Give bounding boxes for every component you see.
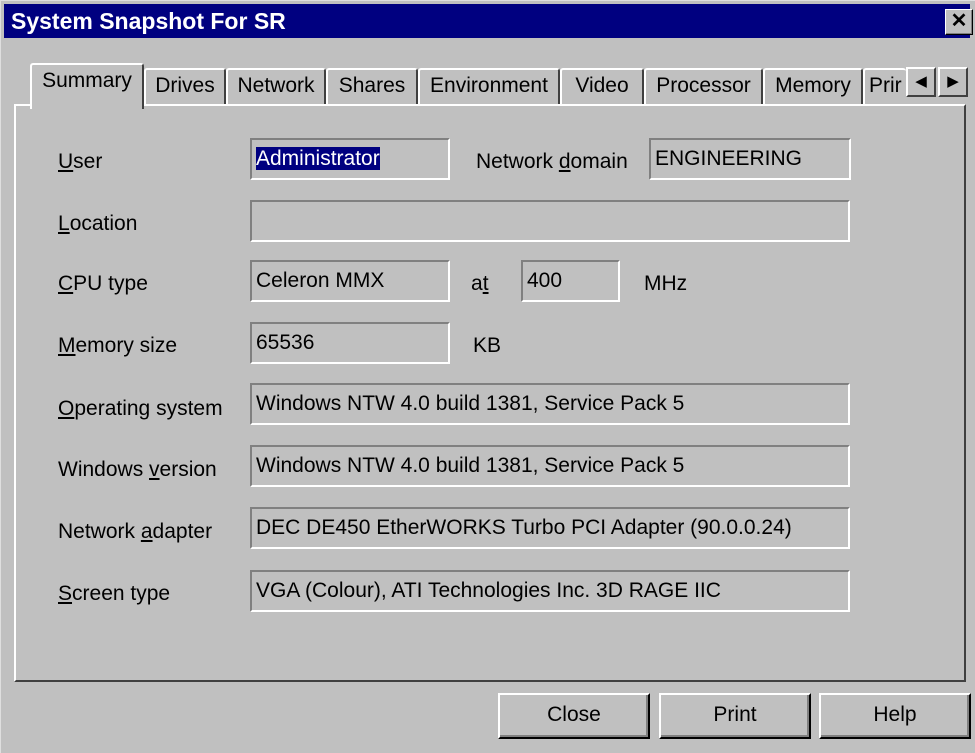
summary-panel xyxy=(14,104,966,682)
scroll-right-icon[interactable]: ▶ xyxy=(938,67,968,97)
close-button[interactable]: Close xyxy=(498,693,650,739)
tab-shares[interactable]: Shares xyxy=(326,68,418,105)
print-button[interactable]: Print xyxy=(659,693,811,739)
tab-drives[interactable]: Drives xyxy=(144,68,226,105)
tab-printers-partial[interactable]: Prir xyxy=(863,68,906,105)
close-icon[interactable]: ✕ xyxy=(945,9,973,35)
tab-video[interactable]: Video xyxy=(560,68,644,105)
tab-processor[interactable]: Processor xyxy=(644,68,763,105)
tab-summary[interactable]: Summary xyxy=(30,63,144,109)
tab-scroll-arrows: ◀ ▶ xyxy=(906,67,970,99)
tab-network[interactable]: Network xyxy=(226,68,326,105)
title-bar[interactable]: System Snapshot For SR ✕ xyxy=(4,4,973,38)
system-snapshot-dialog: System Snapshot For SR ✕ Summary Drives … xyxy=(0,0,975,753)
tab-memory[interactable]: Memory xyxy=(763,68,863,105)
tab-environment[interactable]: Environment xyxy=(418,68,560,105)
window-title: System Snapshot For SR xyxy=(11,8,286,34)
scroll-left-icon[interactable]: ◀ xyxy=(906,67,936,97)
help-button[interactable]: Help xyxy=(819,693,971,739)
